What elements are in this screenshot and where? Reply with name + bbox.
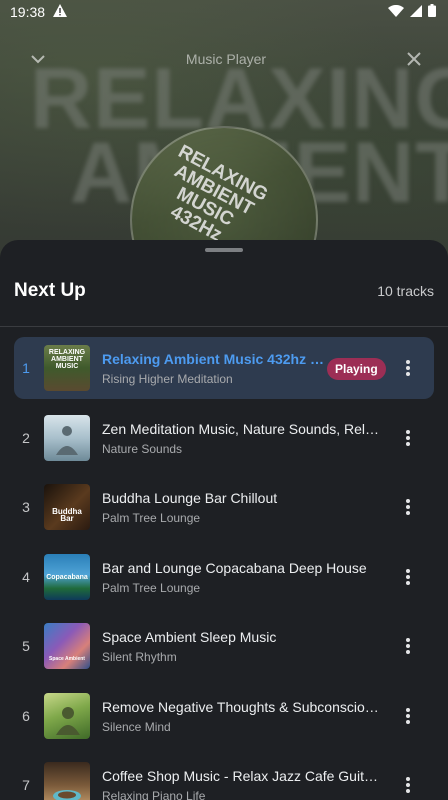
more-options-icon[interactable] xyxy=(404,358,412,378)
track-number: 5 xyxy=(22,638,30,654)
close-icon xyxy=(407,52,421,66)
track-row[interactable]: 6 Remove Negative Thoughts & Subconsciou… xyxy=(14,685,434,747)
track-row[interactable]: 3 Buddha Bar Buddha Lounge Bar Chillout … xyxy=(14,476,434,538)
wifi-icon xyxy=(388,4,404,20)
track-title: Remove Negative Thoughts & Subconscious … xyxy=(102,698,384,715)
chevron-down-icon xyxy=(31,55,45,64)
queue-header: Next Up 10 tracks xyxy=(0,276,448,306)
track-number: 1 xyxy=(22,360,30,376)
warning-icon xyxy=(53,4,68,20)
track-row[interactable]: 7 Coffee Shop Music - Relax Jazz Cafe Gu… xyxy=(14,754,434,800)
playing-badge: Playing xyxy=(327,358,386,380)
track-thumbnail: Space Ambient xyxy=(44,623,90,669)
player-title: Music Player xyxy=(185,51,267,67)
track-title: Bar and Lounge Copacabana Deep House xyxy=(102,559,367,576)
track-row[interactable]: 2 Zen Meditation Music, Nature Sounds, R… xyxy=(14,407,434,469)
track-artist: Nature Sounds xyxy=(102,441,183,456)
track-count: 10 tracks xyxy=(377,283,434,299)
status-time: 19:38 xyxy=(10,4,46,20)
track-title: Relaxing Ambient Music 432hz Nature Soun… xyxy=(102,351,326,367)
collapse-button[interactable] xyxy=(26,47,50,71)
track-artist: Silence Mind xyxy=(102,719,171,734)
track-thumbnail: Copacabana xyxy=(44,553,90,600)
close-button[interactable] xyxy=(402,47,426,71)
track-number: 3 xyxy=(22,499,30,515)
track-title: Coffee Shop Music - Relax Jazz Cafe Guit… xyxy=(102,768,384,784)
track-title: Zen Meditation Music, Nature Sounds, Rel… xyxy=(102,420,384,437)
queue-heading: Next Up xyxy=(14,280,86,301)
track-thumbnail xyxy=(44,414,90,461)
player-header: Music Player xyxy=(0,44,448,74)
track-number: 6 xyxy=(22,707,30,724)
track-artist: Palm Tree Lounge xyxy=(102,580,201,595)
more-options-icon[interactable] xyxy=(404,428,412,448)
track-row-current[interactable]: 1 RELAXING AMBIENT MUSIC Relaxing Ambien… xyxy=(14,337,434,399)
track-artist: Silent Rhythm xyxy=(102,650,177,664)
track-artist: Relaxing Piano Life xyxy=(102,789,206,800)
more-options-icon[interactable] xyxy=(404,636,412,656)
battery-icon xyxy=(428,4,436,20)
sheet-drag-handle[interactable] xyxy=(205,248,243,252)
track-number: 4 xyxy=(22,568,30,585)
signal-icon xyxy=(410,4,422,20)
track-number: 2 xyxy=(22,429,30,446)
track-thumbnail: RELAXING AMBIENT MUSIC xyxy=(44,345,90,391)
track-number: 7 xyxy=(22,777,30,793)
track-artist: Palm Tree Lounge xyxy=(102,511,201,525)
disc-label: RELAXING AMBIENT MUSIC 432Hz xyxy=(166,141,272,246)
track-row[interactable]: 5 Space Ambient Space Ambient Sleep Musi… xyxy=(14,615,434,677)
queue-bottom-sheet: Next Up 10 tracks 1 RELAXING AMBIENT MUS… xyxy=(0,240,448,800)
track-thumbnail xyxy=(44,762,90,800)
status-bar: 19:38 xyxy=(0,0,448,24)
track-list: 1 RELAXING AMBIENT MUSIC Relaxing Ambien… xyxy=(0,337,448,800)
track-thumbnail: Buddha Bar xyxy=(44,484,90,530)
track-title: Buddha Lounge Bar Chillout xyxy=(102,490,278,506)
more-options-icon[interactable] xyxy=(404,567,412,587)
track-title: Space Ambient Sleep Music xyxy=(102,629,277,645)
track-row[interactable]: 4 Copacabana Bar and Lounge Copacabana D… xyxy=(14,546,434,608)
track-thumbnail xyxy=(44,692,90,739)
more-options-icon[interactable] xyxy=(404,497,412,517)
divider xyxy=(0,326,448,327)
more-options-icon[interactable] xyxy=(404,706,412,726)
more-options-icon[interactable] xyxy=(404,775,412,795)
